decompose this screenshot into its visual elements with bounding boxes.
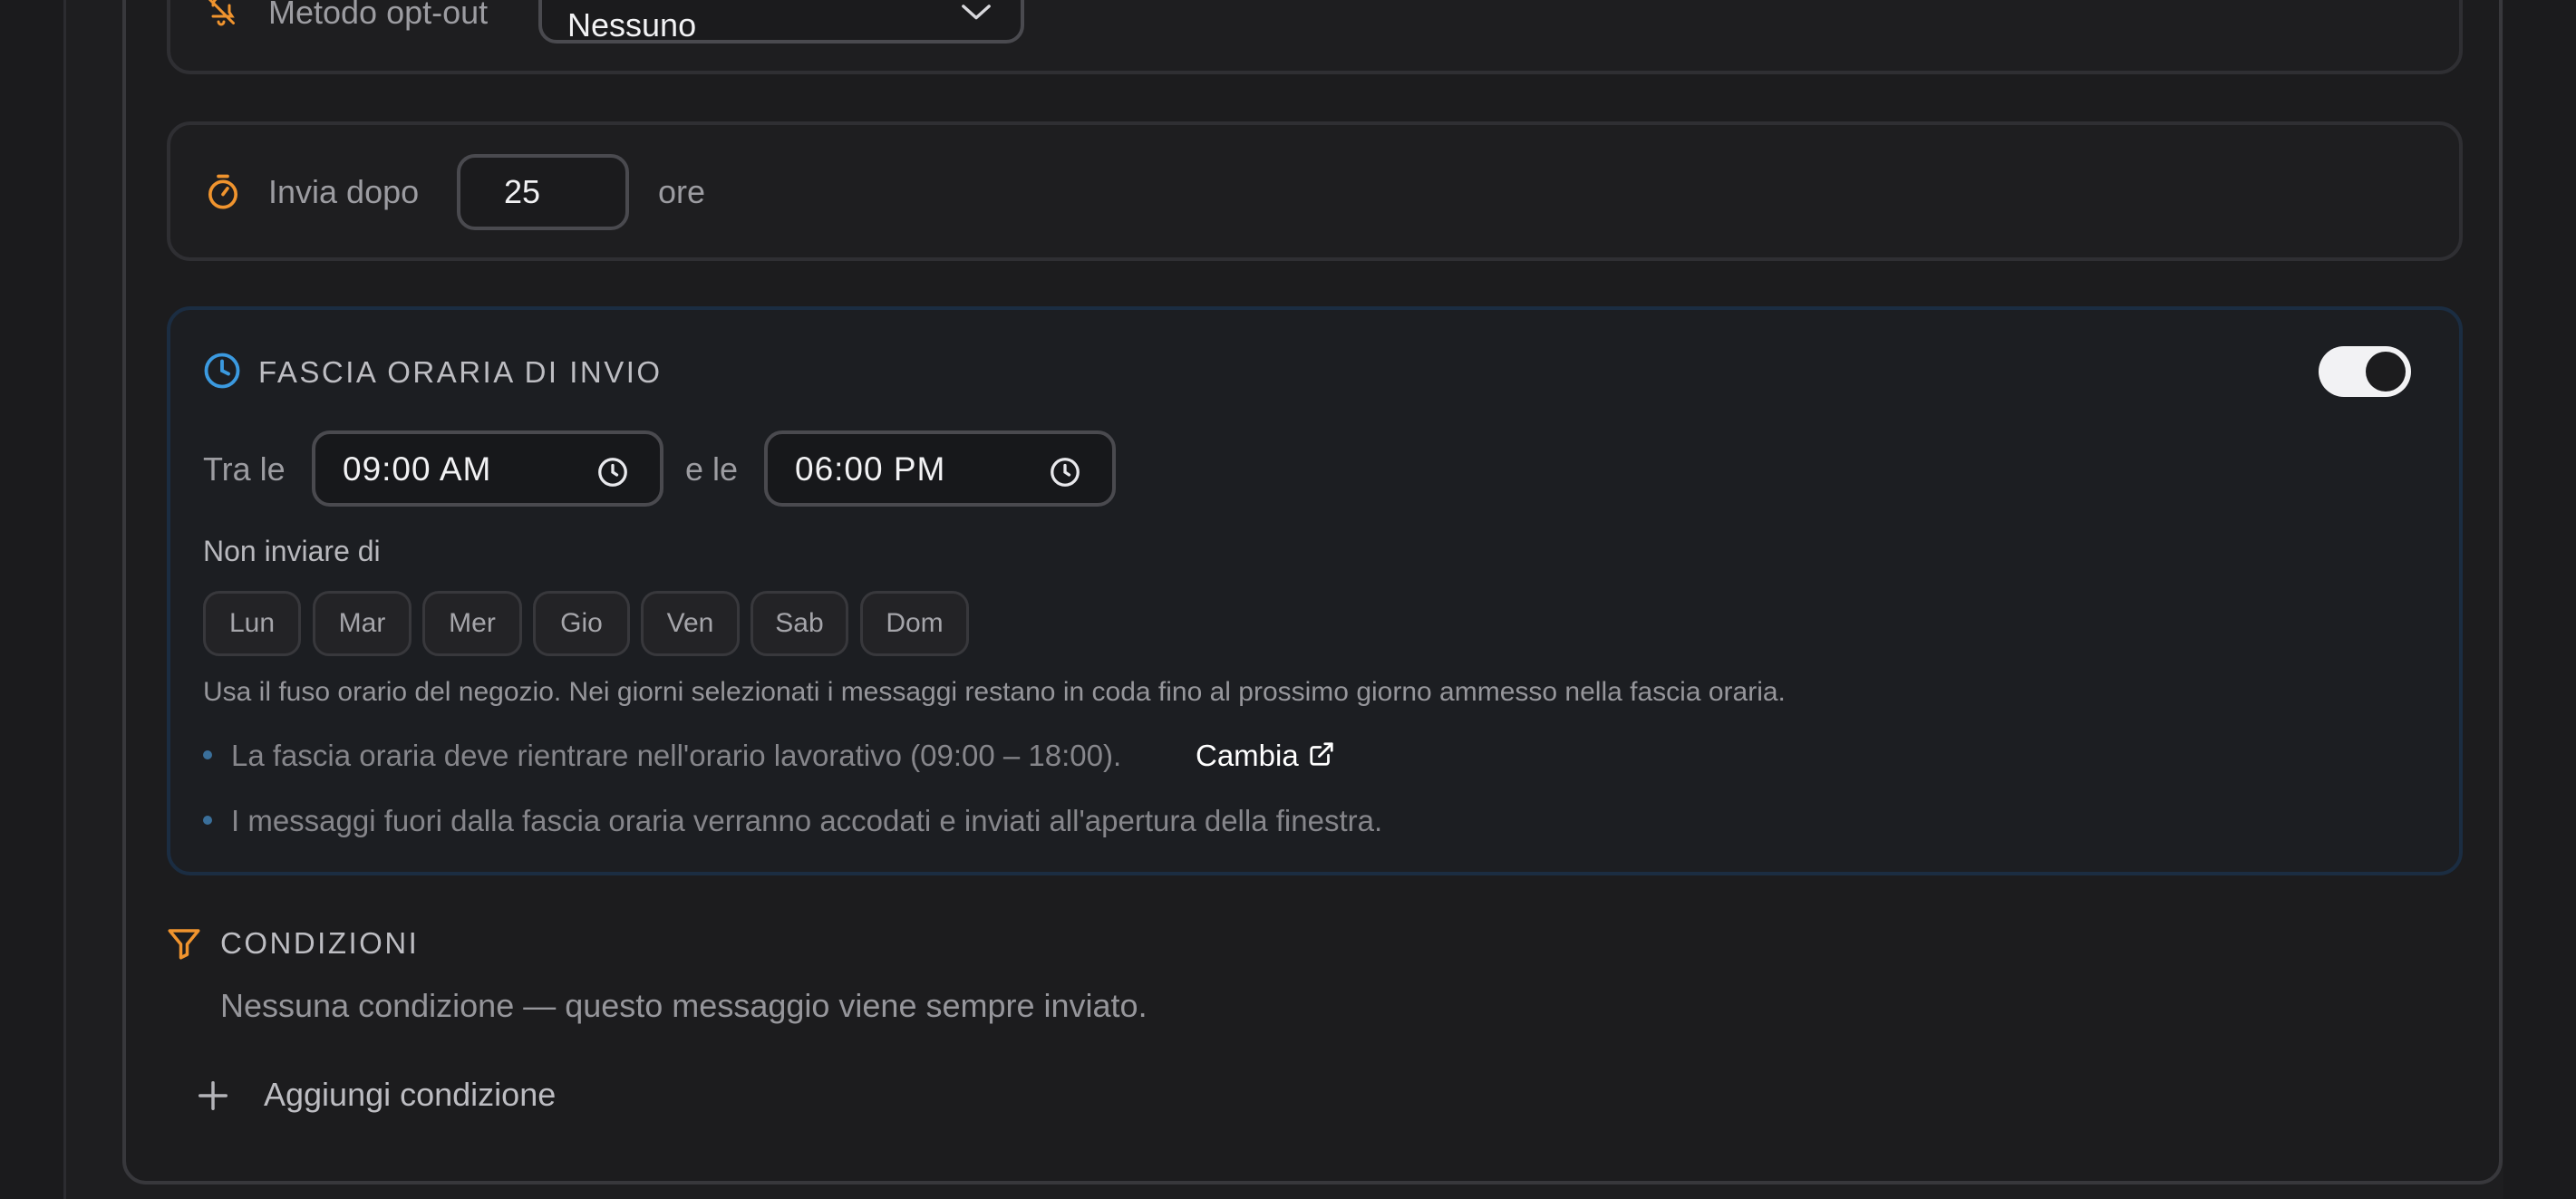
optout-panel <box>167 0 2463 74</box>
external-link-icon[interactable] <box>1308 740 1335 768</box>
clock-icon <box>203 352 241 390</box>
bullet-dot <box>203 750 212 759</box>
right-sidebar-edge <box>2503 0 2576 1199</box>
bullet-business-hours: La fascia oraria deve rientrare nell'ora… <box>231 739 1122 772</box>
day-chip-sab[interactable]: Sab <box>751 591 848 656</box>
clock-icon[interactable] <box>596 456 629 493</box>
day-chip-dom[interactable]: Dom <box>860 591 969 656</box>
delay-label: Invia dopo <box>268 173 420 210</box>
send-window-title: FASCIA ORARIA DI INVIO <box>258 355 663 389</box>
day-chip-lun[interactable]: Lun <box>203 591 301 656</box>
chevron-down-icon <box>961 4 992 26</box>
timezone-note: Usa il fuso orario del negozio. Nei gior… <box>203 677 1786 707</box>
send-window-toggle[interactable] <box>2319 346 2411 397</box>
optout-label: Metodo opt-out <box>268 0 489 31</box>
bell-off-icon <box>203 0 239 27</box>
add-condition-button[interactable]: Aggiungi condizione <box>194 1075 602 1117</box>
left-sidebar-edge <box>0 0 66 1199</box>
change-hours-link[interactable]: Cambia <box>1196 740 1299 770</box>
toggle-knob <box>2366 352 2406 392</box>
from-time-label: Tra le <box>203 450 286 488</box>
bullet-queued-messages: I messaggi fuori dalla fascia oraria ver… <box>231 804 1383 837</box>
optout-select[interactable]: Nessuno <box>538 0 1024 44</box>
day-chip-mar[interactable]: Mar <box>313 591 412 656</box>
send-window-panel <box>167 306 2463 875</box>
day-chip-ven[interactable]: Ven <box>641 591 740 656</box>
filter-icon <box>165 924 203 962</box>
no-conditions-text: Nessuna condizione — questo messaggio vi… <box>220 987 1148 1024</box>
delay-unit-label: ore <box>658 173 706 210</box>
bullet-dot <box>203 816 212 825</box>
clock-icon[interactable] <box>1049 456 1081 493</box>
plus-icon <box>196 1078 230 1113</box>
to-time-label: e le <box>685 450 739 488</box>
stopwatch-icon <box>205 173 241 211</box>
exclude-days-label: Non inviare di <box>203 535 381 567</box>
to-time-input[interactable]: 06:00 PM <box>764 430 1116 507</box>
day-chip-gio[interactable]: Gio <box>533 591 630 656</box>
to-time-value: 06:00 PM <box>795 450 946 488</box>
optout-selected-value: Nessuno <box>567 6 697 44</box>
delay-hours-input[interactable]: 25 <box>457 154 629 230</box>
day-chip-mer[interactable]: Mer <box>422 591 522 656</box>
conditions-title: CONDIZIONI <box>220 926 420 960</box>
from-time-input[interactable]: 09:00 AM <box>312 430 663 507</box>
add-condition-label: Aggiungi condizione <box>264 1076 557 1113</box>
from-time-value: 09:00 AM <box>343 450 492 488</box>
